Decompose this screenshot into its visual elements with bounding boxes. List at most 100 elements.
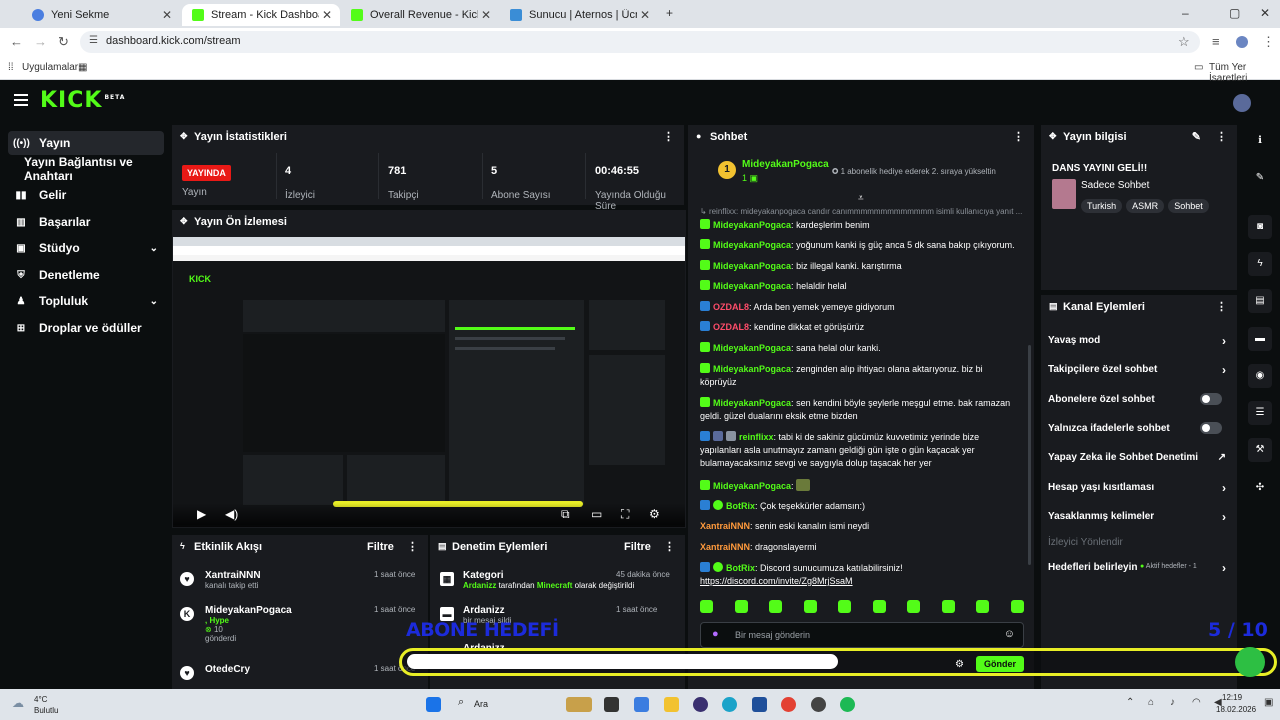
chat-link[interactable]: https://discord.com/invite/Zg8MrjSsaM [700, 576, 853, 586]
sidebar-item-stream-key[interactable]: Yayın Bağlantısı ve Anahtarı [8, 155, 178, 183]
app-icon[interactable] [752, 697, 767, 712]
clipboard-icon[interactable]: ▤ [1248, 289, 1272, 313]
app-icon[interactable] [811, 697, 826, 712]
settings-icon[interactable]: ✣ [1248, 476, 1272, 500]
pip-icon[interactable]: ⧉ [561, 507, 570, 522]
action-account-age[interactable]: Hesap yaşı kısıtlaması › [1048, 481, 1230, 495]
chat-bubble-icon[interactable]: ▬ [1248, 327, 1272, 351]
chat-user[interactable]: XantraiNNN [700, 521, 750, 531]
hamburger-menu-icon[interactable] [14, 94, 28, 109]
apps-grid-icon[interactable]: ⁞⁞ [8, 62, 14, 73]
broadcast-icon[interactable]: ◉ [1248, 364, 1272, 388]
more-icon[interactable]: ⋮ [1013, 130, 1024, 143]
chrome-icon[interactable] [781, 697, 796, 712]
chat-user[interactable]: XantraiNNN [700, 542, 750, 552]
emote-icon[interactable] [907, 600, 921, 613]
tab-revenue[interactable]: Overall Revenue - Kick Dashbo... ✕ [341, 4, 499, 26]
chat-scrollbar[interactable] [1028, 345, 1031, 565]
action-redirect-viewers[interactable]: İzleyici Yönlendir [1048, 537, 1230, 548]
sidebar-item-drops[interactable]: ⊞ Droplar ve ödüller [8, 316, 164, 340]
file-explorer-icon[interactable] [664, 697, 679, 712]
more-icon[interactable]: ⋮ [1216, 300, 1227, 313]
edit-pencil-icon[interactable]: ✎ [1192, 130, 1201, 143]
tag[interactable]: Turkish [1081, 199, 1123, 213]
play-icon[interactable]: ▶ [197, 507, 206, 521]
task-view-icon[interactable] [604, 697, 619, 712]
chat-settings-icon[interactable]: ⚙ [955, 659, 964, 670]
chat-user[interactable]: MideyakanPogaca [713, 281, 791, 291]
action-followers-only[interactable]: Takipçilere özel sohbet › [1048, 363, 1230, 377]
emote-icon[interactable] [769, 600, 783, 613]
microphone-icon[interactable]: ♪ [1170, 697, 1175, 708]
emote-icon[interactable] [838, 600, 852, 613]
emote-icon[interactable] [734, 600, 748, 613]
chat-user[interactable]: MideyakanPogaca [713, 364, 791, 374]
spotify-icon[interactable] [840, 697, 855, 712]
bookmark-apps[interactable]: Uygulamalar [22, 62, 78, 73]
volume-icon[interactable]: ◀) [225, 507, 238, 521]
chat-user[interactable]: MideyakanPogaca [713, 481, 791, 491]
minimize-icon[interactable]: – [1182, 6, 1189, 20]
subscribers-only-toggle[interactable] [1200, 393, 1222, 405]
theater-icon[interactable]: ▭ [591, 507, 602, 521]
chat-user[interactable]: BotRix [726, 501, 755, 511]
camera-icon[interactable]: ◙ [1248, 215, 1272, 239]
taskbar-search[interactable]: Ara [474, 699, 488, 709]
gift-leader-user[interactable]: MideyakanPogaca [742, 159, 829, 170]
chat-message-input[interactable]: ● Bir mesaj gönderin ☺ [700, 622, 1024, 648]
sidebar-item-stream[interactable]: ((•)) Yayın [8, 131, 164, 155]
back-icon[interactable]: ← [10, 34, 23, 49]
chat-user[interactable]: OZDAL8 [713, 322, 749, 332]
category-name[interactable]: Sadece Sohbet [1081, 180, 1149, 191]
action-banned-words[interactable]: Yasaklanmış kelimeler › [1048, 510, 1230, 524]
action-set-goals[interactable]: Hedefleri belirleyin ● Aktif hedefler - … [1048, 561, 1230, 575]
tag[interactable]: ASMR [1126, 199, 1165, 213]
close-window-icon[interactable]: ✕ [1260, 6, 1270, 20]
wrench-icon[interactable]: ⚒ [1248, 438, 1272, 462]
chat-user[interactable]: MideyakanPogaca [713, 261, 791, 271]
windows-start-icon[interactable] [426, 697, 441, 712]
clock-date[interactable]: 18.02.2026 [1216, 705, 1256, 714]
maximize-icon[interactable]: ▢ [1229, 6, 1240, 20]
reading-list-icon[interactable]: ≡ [1212, 34, 1220, 49]
chat-user[interactable]: MideyakanPogaca [713, 398, 791, 408]
chat-user[interactable]: MideyakanPogaca [713, 220, 791, 230]
kick-logo[interactable]: KICK BETA [40, 88, 125, 113]
bookmark-star-icon[interactable]: ☆ [1178, 34, 1190, 50]
sidebar-item-achievements[interactable]: ▥ Başarılar [8, 210, 164, 234]
edit-pencil-icon[interactable]: ✎ [1248, 166, 1272, 190]
chat-user[interactable]: OZDAL8 [713, 302, 749, 312]
chat-user[interactable]: reinflixx [739, 432, 774, 442]
user-avatar[interactable] [1233, 94, 1251, 112]
more-icon[interactable]: ⋮ [663, 130, 674, 143]
settings-gear-icon[interactable]: ⚙ [649, 507, 660, 521]
network-icon[interactable]: ⌂ [1148, 697, 1154, 708]
search-icon[interactable]: ⌕ [458, 696, 464, 709]
edge-icon[interactable] [722, 697, 737, 712]
emote-icon[interactable] [941, 600, 955, 613]
info-icon[interactable]: ℹ [1248, 129, 1272, 153]
more-icon[interactable]: ⋮ [407, 540, 418, 553]
reply-preview[interactable]: ↳ reinflixx: mideyakanpogaca candır canı… [700, 207, 1026, 216]
stream-preview-video[interactable]: KICK [173, 237, 685, 525]
action-slow-mode[interactable]: Yavaş mod › [1048, 334, 1230, 348]
emoji-icon[interactable]: ☺ [1004, 628, 1015, 640]
notification-icon[interactable]: ▣ [1264, 697, 1273, 708]
mod-actor[interactable]: Ardanizz [463, 581, 496, 590]
emote-icon[interactable] [872, 600, 886, 613]
close-icon[interactable]: ✕ [481, 8, 491, 22]
chat-user[interactable]: BotRix [726, 563, 755, 573]
reload-icon[interactable]: ↻ [58, 34, 69, 50]
microphone-icon[interactable]: ● [712, 628, 719, 640]
tag[interactable]: Sohbet [1168, 199, 1209, 213]
chat-user[interactable]: MideyakanPogaca [713, 240, 791, 250]
emotes-only-toggle[interactable] [1200, 422, 1222, 434]
chevron-up-icon[interactable]: ⌃ [1126, 697, 1134, 708]
clock-time[interactable]: 12:19 [1222, 693, 1242, 702]
obs-icon[interactable] [693, 697, 708, 712]
tab-aternos[interactable]: Sunucu | Aternos | Ücretsiz Min... ✕ [500, 4, 658, 26]
collapse-icon[interactable]: ⩡ [858, 193, 864, 204]
more-icon[interactable]: ⋮ [664, 540, 675, 553]
fullscreen-icon[interactable]: ⛶ [621, 507, 629, 522]
close-icon[interactable]: ✕ [322, 8, 332, 22]
